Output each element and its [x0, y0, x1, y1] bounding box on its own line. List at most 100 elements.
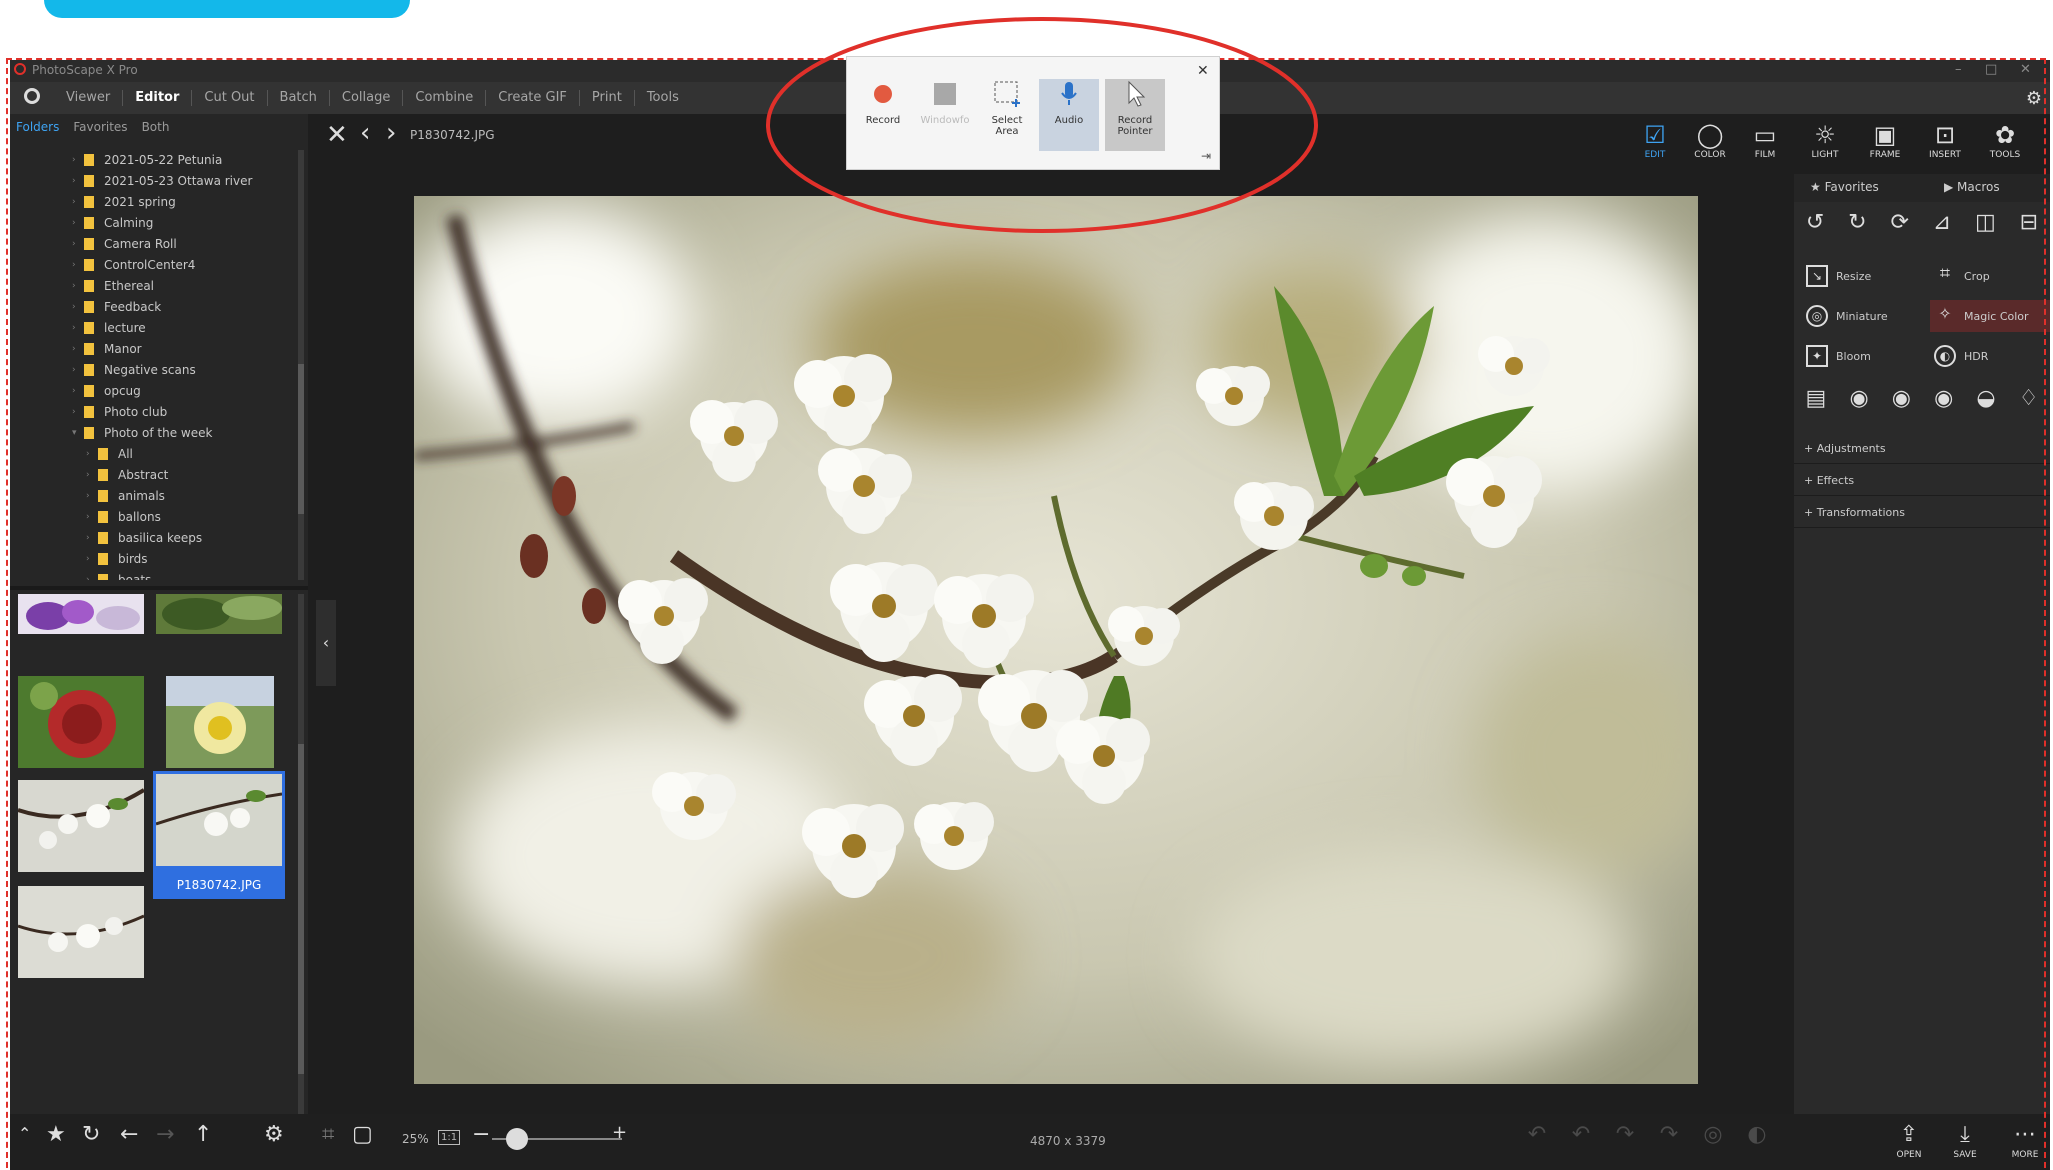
thumbnail-green-bush[interactable] [156, 594, 282, 634]
next-image-icon[interactable]: › [386, 118, 396, 148]
menu-create-gif[interactable]: Create GIF [485, 90, 579, 106]
tab-both[interactable]: Both [142, 120, 170, 134]
expand-arrow-icon[interactable]: › [86, 554, 98, 564]
menu-cut-out[interactable]: Cut Out [191, 90, 266, 106]
redo-all-button[interactable]: ↷ [1644, 1120, 1694, 1150]
expand-arrow-icon[interactable]: ▾ [72, 428, 84, 438]
menu-batch[interactable]: Batch [266, 90, 329, 106]
thumbnail-blossom-selected[interactable]: P1830742.JPG [153, 771, 285, 899]
fit-screen-icon[interactable]: ▢ [352, 1122, 373, 1147]
more-button[interactable]: ⋯ MORE [2000, 1120, 2050, 1160]
undo-button[interactable]: ↶ [1512, 1120, 1562, 1150]
folder-tree-item[interactable]: › Ethereal [72, 276, 154, 296]
rotate-icon[interactable]: ⟳ [1890, 210, 1908, 235]
expand-arrow-icon[interactable]: › [72, 407, 84, 417]
refresh-icon[interactable]: ↻ [82, 1122, 100, 1147]
folder-tree-item[interactable]: › animals [86, 486, 165, 506]
back-arrow-icon[interactable]: ← [120, 1122, 138, 1147]
star-icon[interactable]: ★ [46, 1122, 66, 1147]
image-canvas[interactable] [414, 196, 1698, 1084]
expand-arrow-icon[interactable]: › [86, 512, 98, 522]
folder-tree-item[interactable]: › 2021-05-22 Petunia [72, 150, 222, 170]
section-adjustments[interactable]: + Adjustments [1794, 434, 2050, 464]
straighten-icon[interactable]: ⊿ [1933, 210, 1951, 235]
folder-tree-item[interactable]: › ballons [86, 507, 161, 527]
expand-arrow-icon[interactable]: › [86, 449, 98, 459]
hdr-button[interactable]: ◐ HDR [1934, 340, 2044, 372]
vignette-icon[interactable]: ◉ [1849, 386, 1868, 411]
close-window-button[interactable]: ✕ [2020, 62, 2031, 77]
tab-film[interactable]: ▭ FILM [1740, 120, 1790, 160]
folder-tree-item[interactable]: › Feedback [72, 297, 161, 317]
tab-folders[interactable]: Folders [16, 120, 59, 134]
settings-gear-icon[interactable]: ⚙ [264, 1122, 284, 1147]
expand-arrow-icon[interactable]: › [72, 344, 84, 354]
zoom-out-icon[interactable]: − [472, 1122, 490, 1147]
folder-tree-item[interactable]: › Negative scans [72, 360, 196, 380]
undo-all-button[interactable]: ↶ [1556, 1120, 1606, 1150]
tab-macros[interactable]: ▶ Macros [1944, 180, 2000, 194]
forward-arrow-icon[interactable]: → [156, 1122, 174, 1147]
panel-divider[interactable] [10, 586, 308, 590]
folder-tree-item[interactable]: › ControlCenter4 [72, 255, 195, 275]
thumbnail-blossom-1[interactable] [18, 780, 144, 872]
thumbnail-red-rose[interactable] [18, 676, 144, 768]
tab-favorites-panel[interactable]: ★ Favorites [1810, 180, 1879, 194]
expand-arrow-icon[interactable]: › [72, 302, 84, 312]
tab-insert[interactable]: ⊡ INSERT [1920, 120, 1970, 160]
settings-gear-icon[interactable]: ⚙ [2026, 88, 2042, 109]
expand-arrow-icon[interactable]: › [86, 491, 98, 501]
folder-tree-item[interactable]: › boats [86, 570, 151, 580]
zoom-in-icon[interactable]: + [612, 1122, 627, 1143]
crop-button[interactable]: ⌗ Crop [1934, 260, 2044, 292]
vignette-warm-icon[interactable]: ◉ [1892, 386, 1911, 411]
expand-arrow-icon[interactable]: › [86, 533, 98, 543]
folder-tree-item[interactable]: › Camera Roll [72, 234, 177, 254]
folder-tree-item[interactable]: › birds [86, 549, 148, 569]
expand-up-icon[interactable]: ⌃ [18, 1124, 31, 1143]
save-button[interactable]: ⤓ SAVE [1940, 1120, 1990, 1160]
folder-tree-item[interactable]: › opcug [72, 381, 141, 401]
tree-scrollbar-thumb[interactable] [298, 364, 304, 514]
menu-print[interactable]: Print [578, 90, 634, 106]
open-button[interactable]: ⇪ OPEN [1884, 1120, 1934, 1160]
close-image-icon[interactable]: ✕ [326, 120, 348, 150]
minimize-button[interactable]: – [1955, 62, 1962, 77]
folder-tree-item[interactable]: › Photo club [72, 402, 167, 422]
half-circle-icon[interactable]: ◒ [1976, 386, 1995, 411]
expand-arrow-icon[interactable]: › [72, 218, 84, 228]
tab-color[interactable]: ◯ COLOR [1685, 120, 1735, 160]
vignette-light-icon[interactable]: ◉ [1934, 386, 1953, 411]
bloom-button[interactable]: ✦ Bloom [1806, 340, 1916, 372]
expand-arrow-icon[interactable]: › [72, 281, 84, 291]
tab-edit[interactable]: ☑ EDIT [1630, 120, 1680, 160]
expand-arrow-icon[interactable]: › [72, 260, 84, 270]
expand-arrow-icon[interactable]: › [72, 197, 84, 207]
menu-editor[interactable]: Editor [122, 90, 191, 106]
thumbnail-blossom-2[interactable] [18, 886, 144, 978]
tab-frame[interactable]: ▣ FRAME [1860, 120, 1910, 160]
rotate-left-icon[interactable]: ↺ [1806, 210, 1824, 235]
collapse-panel-button[interactable]: ‹ [316, 600, 336, 686]
original-button[interactable]: ◐ [1732, 1120, 1782, 1150]
up-arrow-icon[interactable]: ↑ [194, 1122, 212, 1147]
folder-tree-item[interactable]: › Calming [72, 213, 153, 233]
redo-button[interactable]: ↷ [1600, 1120, 1650, 1150]
folder-tree-item[interactable]: › basilica keeps [86, 528, 202, 548]
folder-tree-item[interactable]: › All [86, 444, 133, 464]
expand-arrow-icon[interactable]: › [72, 239, 84, 249]
thumbnail-daffodil[interactable] [166, 676, 274, 768]
menu-collage[interactable]: Collage [328, 90, 402, 106]
drop-icon[interactable]: ♢ [2019, 386, 2039, 411]
rotate-right-icon[interactable]: ↻ [1848, 210, 1866, 235]
expand-arrow-icon[interactable]: › [72, 155, 84, 165]
zoom-slider-knob[interactable] [506, 1128, 528, 1150]
expand-arrow-icon[interactable]: › [86, 470, 98, 480]
expand-arrow-icon[interactable]: › [72, 386, 84, 396]
expand-arrow-icon[interactable]: › [72, 176, 84, 186]
tab-favorites[interactable]: Favorites [73, 120, 127, 134]
expand-arrow-icon[interactable]: › [86, 575, 98, 580]
section-effects[interactable]: + Effects [1794, 466, 2050, 496]
folder-tree-item[interactable]: › Manor [72, 339, 142, 359]
resize-button[interactable]: ↘ Resize [1806, 260, 1916, 292]
